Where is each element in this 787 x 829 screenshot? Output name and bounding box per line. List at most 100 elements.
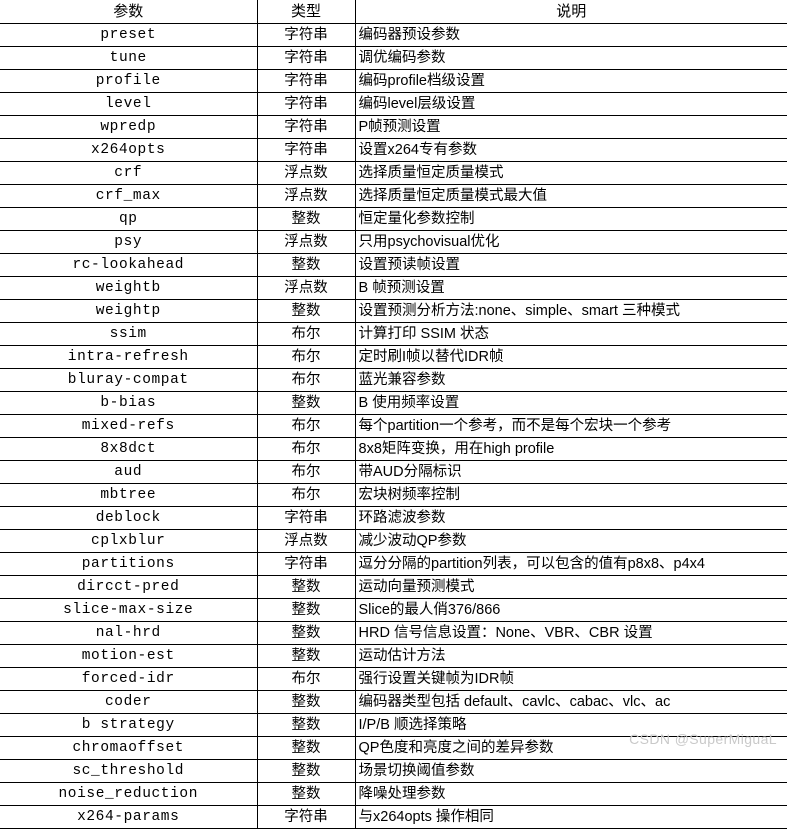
cell-description: 编码器预设参数	[354, 23, 787, 47]
table-row: weightb 浮点数 B 帧预测设置	[0, 276, 787, 300]
cell-parameter: ssim	[0, 322, 258, 346]
table-row: coder 整数 编码器类型包括 default、cavlc、cabac、vlc、a…	[0, 690, 787, 714]
cell-type: 整数	[256, 782, 356, 806]
cell-description: 设置预测分析方法:none、simple、smart 三种模式	[354, 299, 787, 323]
table-header: 参数 类型 说明	[0, 0, 787, 24]
cell-parameter: b-bias	[0, 391, 258, 415]
cell-type: 字符串	[256, 805, 356, 829]
table-row: level 字符串 编码level层级设置	[0, 92, 787, 116]
cell-description: 只用psychovisual优化	[354, 230, 787, 254]
table-row: mixed-refs 布尔 每个partition一个参考，而不是每个宏块一个参考	[0, 414, 787, 438]
cell-parameter: chromaoffset	[0, 736, 258, 760]
table-row: partitions 字符串 逗分分隔的partition列表，可以包含的值有p8x…	[0, 552, 787, 576]
cell-parameter: level	[0, 92, 258, 116]
cell-parameter: rc-lookahead	[0, 253, 258, 277]
cell-description: B 使用频率设置	[354, 391, 787, 415]
cell-type: 整数	[256, 621, 356, 645]
cell-parameter: aud	[0, 460, 258, 484]
cell-parameter: weightb	[0, 276, 258, 300]
cell-parameter: slice-max-size	[0, 598, 258, 622]
table-row: profile 字符串 编码profile档级设置	[0, 69, 787, 93]
cell-type: 布尔	[256, 414, 356, 438]
cell-parameter: crf	[0, 161, 258, 185]
cell-parameter: forced-idr	[0, 667, 258, 691]
cell-parameter: mbtree	[0, 483, 258, 507]
cell-description: 环路滤波参数	[354, 506, 787, 530]
cell-description: Slice的最人俏376/866	[354, 598, 787, 622]
table-row: motion-est 整数 运动估计方法	[0, 644, 787, 668]
table-row: 8x8dct 布尔 8x8矩阵变换，用在high profile	[0, 437, 787, 461]
cell-parameter: crf_max	[0, 184, 258, 208]
cell-type: 浮点数	[256, 276, 356, 300]
cell-description: 宏块树频率控制	[354, 483, 787, 507]
cell-parameter: bluray-compat	[0, 368, 258, 392]
cell-parameter: preset	[0, 23, 258, 47]
cell-description: 编码profile档级设置	[354, 69, 787, 93]
cell-description: B 帧预测设置	[354, 276, 787, 300]
cell-type: 整数	[256, 713, 356, 737]
table-row: forced-idr 布尔 强行设置关键帧为IDR帧	[0, 667, 787, 691]
cell-type: 布尔	[256, 322, 356, 346]
cell-description: 运动估计方法	[354, 644, 787, 668]
cell-type: 字符串	[256, 115, 356, 139]
cell-type: 浮点数	[256, 230, 356, 254]
cell-description: 编码器类型包括 default、cavlc、cabac、vlc、ac	[354, 690, 787, 714]
cell-parameter: nal-hrd	[0, 621, 258, 645]
cell-description: 与x264opts 操作相同	[354, 805, 787, 829]
cell-parameter: cplxblur	[0, 529, 258, 553]
cell-parameter: 8x8dct	[0, 437, 258, 461]
column-header-type: 类型	[256, 0, 356, 24]
cell-parameter: tune	[0, 46, 258, 70]
cell-type: 布尔	[256, 460, 356, 484]
cell-description: P帧预测设置	[354, 115, 787, 139]
cell-description: 计算打印 SSIM 状态	[354, 322, 787, 346]
cell-description: 强行设置关键帧为IDR帧	[354, 667, 787, 691]
table-row: crf 浮点数 选择质量恒定质量模式	[0, 161, 787, 185]
cell-type: 字符串	[256, 46, 356, 70]
column-header-parameter: 参数	[0, 0, 258, 24]
cell-parameter: coder	[0, 690, 258, 714]
cell-description: 选择质量恒定质量模式最大值	[354, 184, 787, 208]
cell-parameter: wpredp	[0, 115, 258, 139]
cell-parameter: qp	[0, 207, 258, 231]
table-row: cplxblur 浮点数 减少波动QP参数	[0, 529, 787, 553]
cell-description: 场景切换阈值参数	[354, 759, 787, 783]
cell-description: 带AUD分隔标识	[354, 460, 787, 484]
table-row: sc_threshold 整数 场景切换阈值参数	[0, 759, 787, 783]
cell-description: 设置x264专有参数	[354, 138, 787, 162]
cell-parameter: psy	[0, 230, 258, 254]
cell-type: 整数	[256, 690, 356, 714]
table-row: weightp 整数 设置预测分析方法:none、simple、smart 三种模式	[0, 299, 787, 323]
table-row: slice-max-size 整数 Slice的最人俏376/866	[0, 598, 787, 622]
cell-type: 字符串	[256, 138, 356, 162]
cell-type: 整数	[256, 759, 356, 783]
cell-parameter: profile	[0, 69, 258, 93]
cell-description: 蓝光兼容参数	[354, 368, 787, 392]
cell-description: 8x8矩阵变换，用在high profile	[354, 437, 787, 461]
cell-parameter: b strategy	[0, 713, 258, 737]
table-row: preset 字符串 编码器预设参数	[0, 23, 787, 47]
table-row: qp 整数 恒定量化参数控制	[0, 207, 787, 231]
table-row: nal-hrd 整数 HRD 信号信息设置：None、VBR、CBR 设置	[0, 621, 787, 645]
cell-type: 字符串	[256, 23, 356, 47]
cell-description: 定时刷I帧以替代IDR帧	[354, 345, 787, 369]
cell-type: 浮点数	[256, 184, 356, 208]
column-header-description: 说明	[354, 0, 787, 24]
table-row: x264opts 字符串 设置x264专有参数	[0, 138, 787, 162]
cell-description: QP色度和亮度之间的差异参数	[354, 736, 787, 760]
cell-description: 选择质量恒定质量模式	[354, 161, 787, 185]
cell-type: 字符串	[256, 506, 356, 530]
table-row: crf_max 浮点数 选择质量恒定质量模式最大值	[0, 184, 787, 208]
cell-type: 浮点数	[256, 529, 356, 553]
table-header-row: 参数 类型 说明	[0, 0, 787, 24]
cell-description: 逗分分隔的partition列表，可以包含的值有p8x8、p4x4	[354, 552, 787, 576]
cell-description: 编码level层级设置	[354, 92, 787, 116]
table-row: mbtree 布尔 宏块树频率控制	[0, 483, 787, 507]
cell-description: 调优编码参数	[354, 46, 787, 70]
cell-description: 恒定量化参数控制	[354, 207, 787, 231]
table-row: ssim 布尔 计算打印 SSIM 状态	[0, 322, 787, 346]
table-row: tune 字符串 调优编码参数	[0, 46, 787, 70]
table-row: bluray-compat 布尔 蓝光兼容参数	[0, 368, 787, 392]
cell-type: 字符串	[256, 92, 356, 116]
cell-description: 运动向量预测模式	[354, 575, 787, 599]
